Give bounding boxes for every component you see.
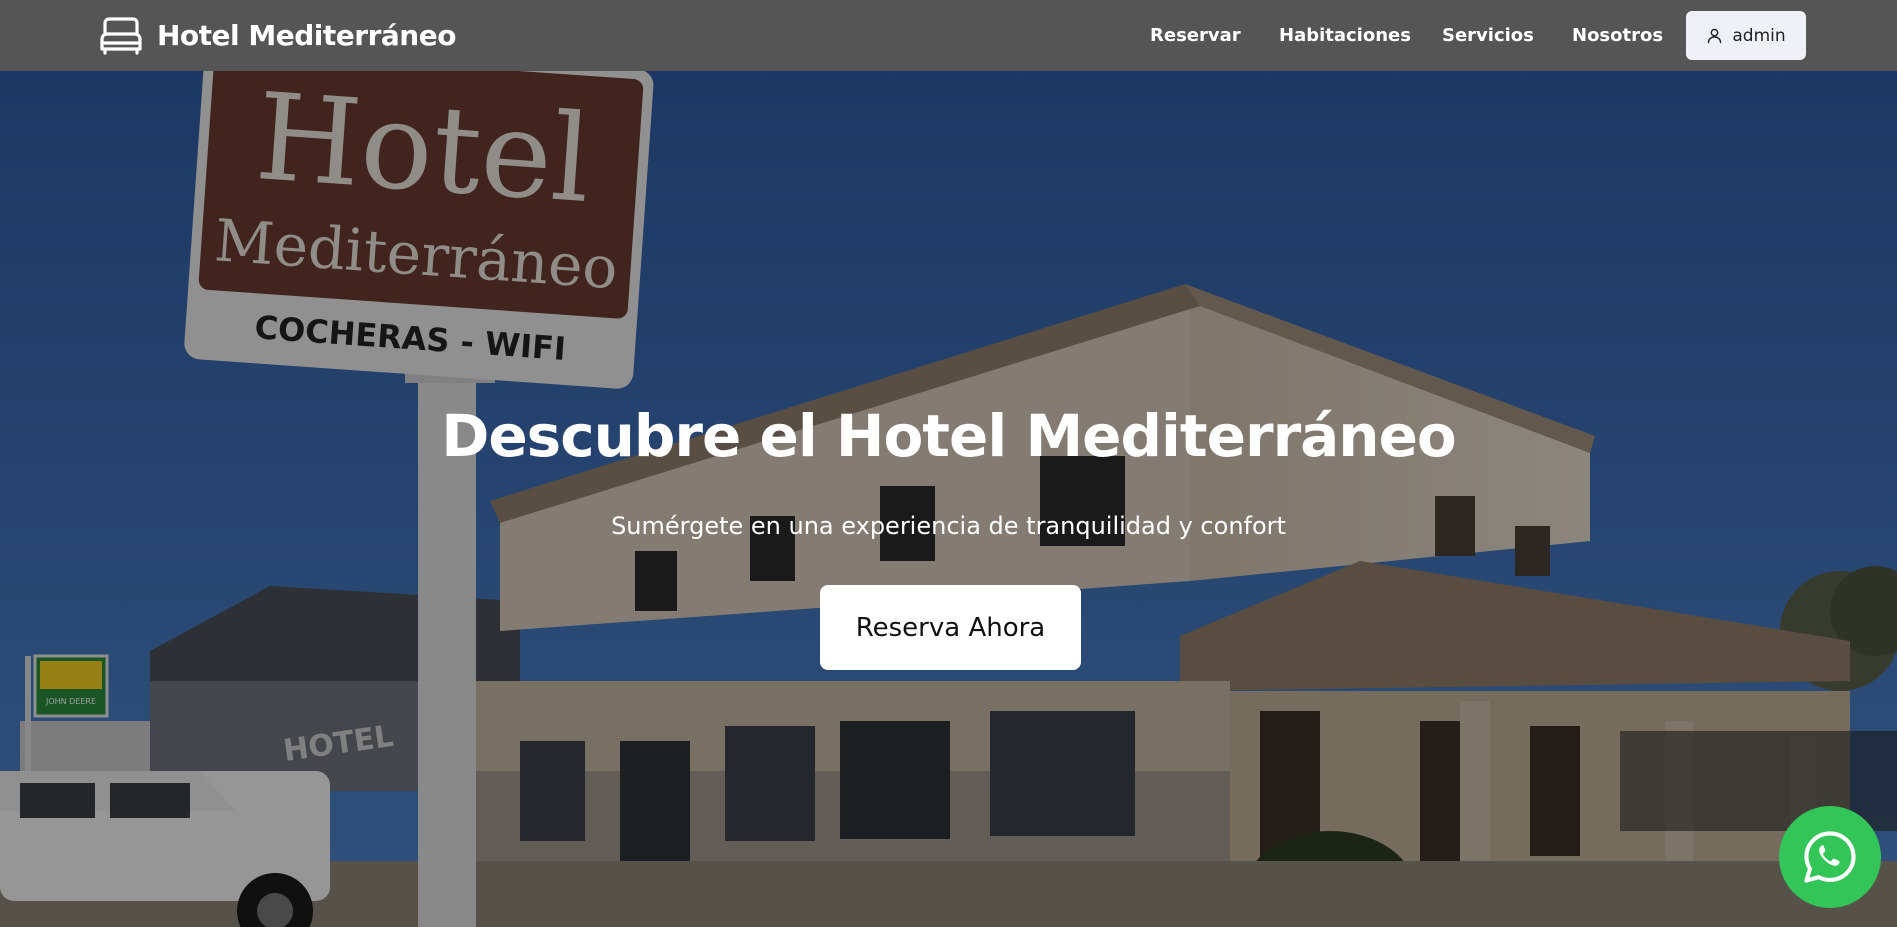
- hero-subtitle: Sumérgete en una experiencia de tranquil…: [611, 512, 1286, 540]
- whatsapp-button[interactable]: [1779, 806, 1881, 908]
- nav-link-servicios[interactable]: Servicios: [1442, 25, 1534, 46]
- user-label: admin: [1732, 25, 1786, 46]
- nav-link-reservar[interactable]: Reservar: [1150, 25, 1241, 46]
- user-menu-button[interactable]: admin: [1686, 11, 1806, 60]
- whatsapp-icon: [1804, 831, 1856, 883]
- brand-name: Hotel Mediterráneo: [157, 18, 456, 52]
- reserva-ahora-button[interactable]: Reserva Ahora: [820, 585, 1081, 670]
- hero-title: Descubre el Hotel Mediterráneo: [441, 402, 1457, 470]
- top-navbar: Hotel Mediterráneo Reservar Habitaciones…: [0, 0, 1897, 71]
- nav-link-habitaciones[interactable]: Habitaciones: [1279, 25, 1411, 46]
- bed-icon: [100, 17, 142, 55]
- user-icon: [1708, 28, 1722, 44]
- nav-link-nosotros[interactable]: Nosotros: [1572, 25, 1663, 46]
- brand-link[interactable]: Hotel Mediterráneo: [99, 15, 456, 55]
- hero-content: Descubre el Hotel Mediterráneo Sumérgete…: [0, 71, 1897, 927]
- hero-section: Hotel Mediterráneo COCHERAS - WIFI HOTEL…: [0, 71, 1897, 927]
